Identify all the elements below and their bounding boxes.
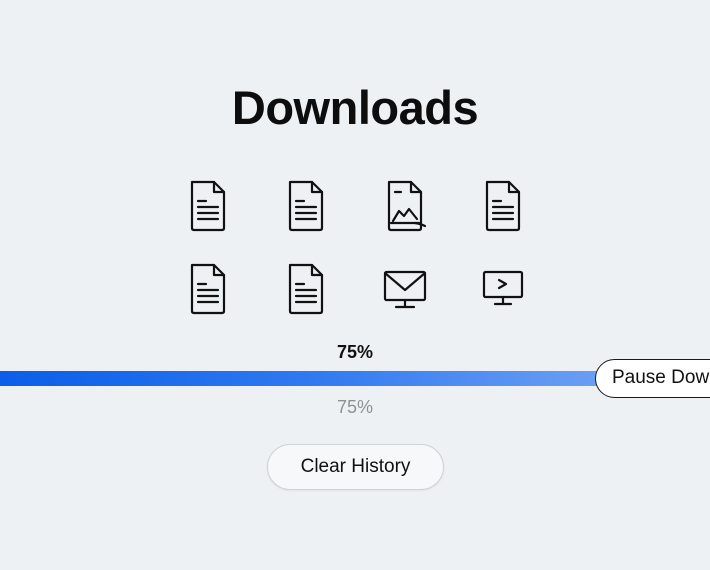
pause-downloads-button[interactable]: Pause Downloads (595, 359, 710, 398)
document-icon[interactable] (480, 179, 526, 233)
progress-fill (0, 371, 674, 386)
document-icon[interactable] (283, 262, 329, 316)
page-title: Downloads (231, 81, 479, 134)
document-icon[interactable] (185, 179, 231, 233)
clear-history-button[interactable]: Clear History (267, 444, 444, 490)
download-progress-bar[interactable] (0, 367, 683, 386)
progress-percent-sublabel: 75% (336, 397, 374, 417)
document-icon[interactable] (185, 262, 231, 316)
terminal-monitor-icon[interactable] (480, 262, 526, 316)
progress-percent-label: 75% (336, 342, 374, 362)
mail-icon[interactable] (382, 262, 428, 316)
document-icon[interactable] (283, 179, 329, 233)
image-file-icon[interactable] (382, 179, 428, 233)
